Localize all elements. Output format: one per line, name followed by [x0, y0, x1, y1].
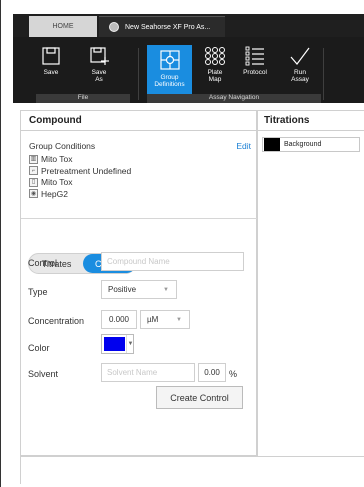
chevron-down-icon: ▼ [176, 317, 182, 323]
type-value: Positive [108, 285, 137, 294]
save-as-label-2: As [95, 76, 103, 83]
condition-item: ▥ Mito Tox [29, 154, 251, 165]
type-select[interactable]: Positive ▼ [101, 280, 177, 299]
control-label: Control [28, 258, 58, 268]
condition-label: Pretreatment Undefined [41, 165, 132, 176]
ribbon-group-assay-navigation: Assay Navigation [147, 94, 321, 103]
save-label: Save [43, 69, 59, 76]
protocol-button[interactable]: Protocol [233, 46, 277, 94]
condition-label: HepG2 [41, 188, 68, 199]
tab-document[interactable]: New Seahorse XF Pro As... [99, 16, 225, 37]
concentration-label: Concentration [28, 316, 85, 326]
compound-name-input[interactable]: Compound Name [101, 252, 244, 271]
protocol-label: Protocol [243, 69, 267, 76]
plate-map-label-2: Map [208, 76, 222, 83]
seahorse-doc-icon [109, 22, 119, 32]
group-conditions: Group Conditions Edit ▥ Mito Tox ⌐ Pretr… [29, 141, 251, 199]
titrations-panel: Titrations Background [257, 110, 364, 456]
condition-item: ▯ Mito Tox [29, 177, 251, 188]
plate-map-label-1: Plate [207, 69, 223, 76]
unit-select[interactable]: µM ▼ [140, 310, 190, 329]
solvent-percent-input[interactable]: 0.00 [198, 363, 226, 382]
run-assay-button[interactable]: Run Assay [278, 46, 322, 94]
assay-icon: ▥ [29, 154, 38, 164]
ribbon-separator [138, 48, 139, 100]
tab-document-label: New Seahorse XF Pro As... [125, 23, 211, 31]
group-definitions-button[interactable]: Group Definitions [147, 45, 192, 94]
cell-icon: ◉ [29, 189, 38, 198]
group-definitions-label-1: Group [160, 74, 179, 81]
titration-color-swatch [264, 138, 280, 151]
edit-link[interactable]: Edit [236, 141, 251, 153]
color-swatch [104, 337, 125, 351]
unit-value: µM [147, 315, 159, 324]
checkmark-icon [290, 47, 310, 65]
plate-map-button[interactable]: Plate Map [193, 46, 237, 94]
save-icon [42, 47, 60, 65]
condition-item: ⌐ Pretreatment Undefined [29, 165, 251, 176]
concentration-input[interactable]: 0.000 [101, 310, 137, 329]
group-conditions-label: Group Conditions [29, 141, 96, 151]
ribbon-group-file: File [36, 94, 130, 103]
create-control-button[interactable]: Create Control [156, 386, 243, 409]
group-definitions-label-2: Definitions [154, 81, 185, 88]
app-window: HOME New Seahorse XF Pro As... Save Save… [0, 0, 364, 487]
section-divider [21, 218, 258, 219]
condition-label: Mito Tox [41, 177, 73, 187]
solvent-name-input[interactable]: Solvent Name [101, 363, 195, 382]
protocol-icon [245, 46, 264, 66]
condition-label: Mito Tox [41, 154, 73, 164]
titrations-title: Titrations [258, 111, 364, 131]
chevron-down-icon: ▼ [126, 335, 134, 353]
compound-title: Compound [21, 111, 256, 131]
save-button[interactable]: Save [29, 46, 73, 94]
tab-home[interactable]: HOME [29, 16, 97, 37]
titration-label: Background [284, 141, 322, 148]
condition-item: ◉ HepG2 [29, 188, 251, 199]
footer-area [20, 456, 364, 484]
titration-item[interactable]: Background [262, 137, 360, 152]
media-icon: ▯ [29, 177, 38, 187]
run-assay-label-1: Run [294, 69, 306, 76]
plate-map-icon [205, 47, 225, 65]
ribbon-separator [323, 48, 324, 100]
group-definitions-icon [159, 50, 180, 70]
save-as-icon [90, 47, 109, 65]
color-label: Color [28, 343, 50, 353]
save-as-button[interactable]: Save As [77, 46, 121, 94]
save-as-label-1: Save [91, 69, 107, 76]
type-label: Type [28, 287, 48, 297]
percent-symbol: % [229, 369, 238, 379]
solvent-label: Solvent [28, 369, 59, 379]
color-picker[interactable]: ▼ [101, 334, 134, 354]
run-assay-label-2: Assay [291, 76, 309, 83]
chevron-down-icon: ▼ [163, 287, 169, 293]
pretreatment-icon: ⌐ [29, 166, 38, 175]
